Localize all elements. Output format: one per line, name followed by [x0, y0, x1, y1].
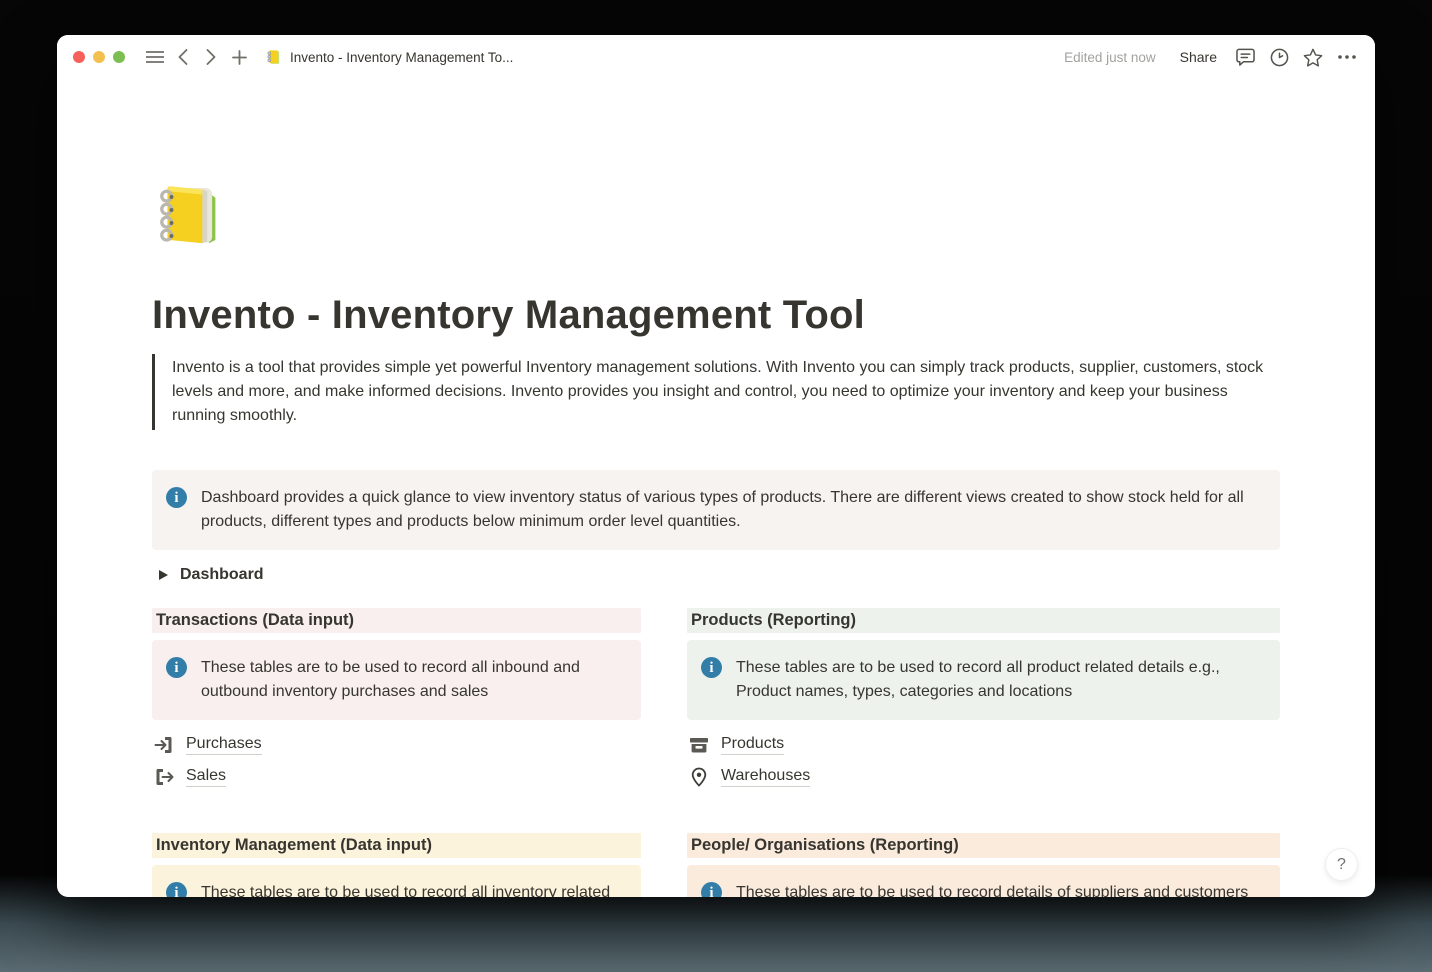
page-link-sales[interactable]: Sales — [152, 762, 641, 792]
section-callout-text: These tables are to be used to record al… — [201, 656, 625, 704]
page-title: Invento - Inventory Management Tool — [152, 293, 1280, 338]
section-header: Transactions (Data input) — [152, 608, 641, 633]
page-link-label[interactable]: Purchases — [186, 735, 262, 755]
page-link-products[interactable]: Products — [687, 730, 1280, 760]
import-icon — [154, 735, 174, 755]
nav-controls — [143, 45, 251, 69]
page-link-label[interactable]: Products — [721, 735, 784, 755]
section-header: Products (Reporting) — [687, 608, 1280, 633]
page-link-warehouses[interactable]: Warehouses — [687, 762, 1280, 792]
intro-quote: Invento is a tool that provides simple y… — [152, 354, 1280, 430]
dashboard-callout: i Dashboard provides a quick glance to v… — [152, 470, 1280, 550]
info-icon: i — [166, 487, 187, 508]
columns-row-1: Transactions (Data input) i These tables… — [152, 608, 1280, 792]
dashboard-toggle[interactable]: Dashboard — [152, 563, 1280, 587]
desktop: { "colors": { "text": "#37352f", "info_b… — [0, 0, 1432, 972]
card-box-icon — [689, 735, 709, 755]
maximize-window-button[interactable] — [113, 51, 125, 63]
sidebar-menu-icon[interactable] — [143, 45, 167, 69]
dashboard-toggle-label: Dashboard — [180, 566, 264, 584]
section-callout-text: These tables are to be used to record al… — [201, 881, 625, 897]
export-icon — [154, 767, 174, 787]
section-products: Products (Reporting) i These tables are … — [687, 608, 1280, 792]
section-links: Purchases Sales — [152, 730, 641, 792]
columns-row-2: Inventory Management (Data input) i Thes… — [152, 833, 1280, 897]
forward-icon[interactable] — [199, 45, 223, 69]
more-options-icon[interactable] — [1335, 45, 1359, 69]
history-icon[interactable] — [1267, 45, 1291, 69]
edited-status: Edited just now — [1064, 50, 1156, 65]
back-icon[interactable] — [171, 45, 195, 69]
titlebar-actions: Edited just now Share — [1064, 45, 1359, 69]
toggle-arrow-icon[interactable] — [159, 570, 168, 580]
help-button[interactable]: ? — [1325, 848, 1358, 881]
breadcrumb[interactable]: Invento - Inventory Management To... — [265, 49, 513, 66]
close-window-button[interactable] — [73, 51, 85, 63]
share-button[interactable]: Share — [1174, 45, 1223, 69]
page-link-label[interactable]: Warehouses — [721, 767, 810, 787]
section-callout: i These tables are to be used to record … — [687, 640, 1280, 720]
section-header: People/ Organisations (Reporting) — [687, 833, 1280, 858]
app-window: Invento - Inventory Management To... Edi… — [57, 35, 1375, 897]
info-icon: i — [701, 882, 722, 897]
section-header: Inventory Management (Data input) — [152, 833, 641, 858]
favorite-star-icon[interactable] — [1301, 45, 1325, 69]
section-callout-text: These tables are to be used to record de… — [736, 881, 1248, 897]
location-pin-icon — [689, 767, 709, 787]
section-callout: i These tables are to be used to record … — [152, 865, 641, 897]
new-tab-icon[interactable] — [227, 45, 251, 69]
section-transactions: Transactions (Data input) i These tables… — [152, 608, 641, 792]
info-icon: i — [166, 882, 187, 897]
page-link-label[interactable]: Sales — [186, 767, 226, 787]
section-inventory-management: Inventory Management (Data input) i Thes… — [152, 833, 641, 897]
section-people-organisations: People/ Organisations (Reporting) i Thes… — [687, 833, 1280, 897]
page-link-purchases[interactable]: Purchases — [152, 730, 641, 760]
page-body: Invento - Inventory Management Tool Inve… — [57, 175, 1375, 897]
tab-title: Invento - Inventory Management To... — [290, 50, 513, 65]
comments-icon[interactable] — [1233, 45, 1257, 69]
notebook-tab-icon — [265, 49, 282, 66]
minimize-window-button[interactable] — [93, 51, 105, 63]
dashboard-callout-text: Dashboard provides a quick glance to vie… — [201, 486, 1264, 534]
window-controls — [73, 51, 125, 63]
section-callout: i These tables are to be used to record … — [152, 640, 641, 720]
titlebar: Invento - Inventory Management To... Edi… — [57, 35, 1375, 79]
section-callout: i These tables are to be used to record … — [687, 865, 1280, 897]
info-icon: i — [166, 657, 187, 678]
section-links: Products Warehouses — [687, 730, 1280, 792]
section-callout-text: These tables are to be used to record al… — [736, 656, 1264, 704]
page-emoji-notebook-icon[interactable] — [152, 175, 230, 253]
info-icon: i — [701, 657, 722, 678]
